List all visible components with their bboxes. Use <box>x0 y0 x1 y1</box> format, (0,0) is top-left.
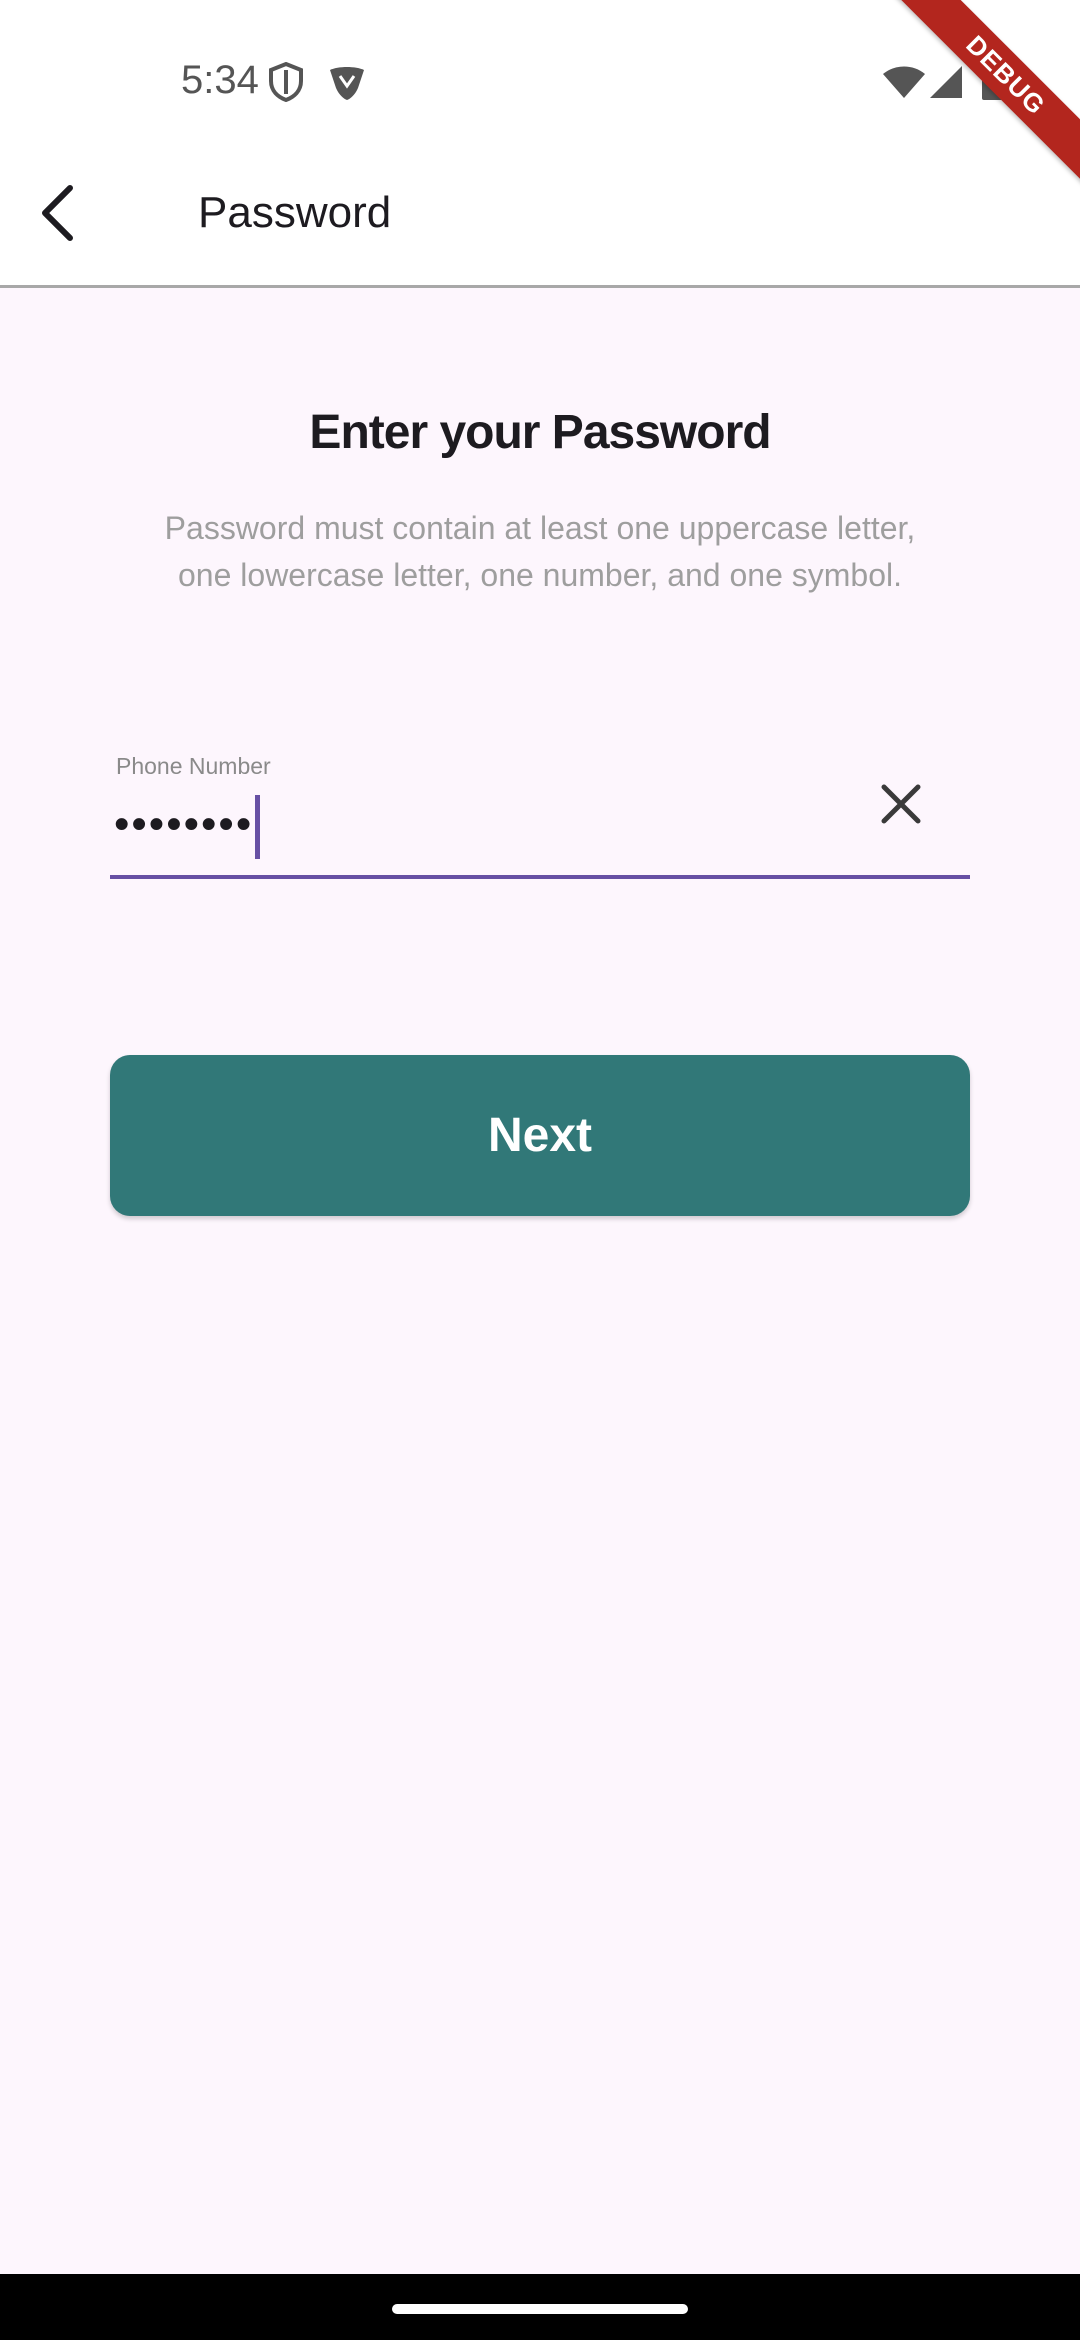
password-field-label: Phone Number <box>116 753 271 779</box>
wifi-icon <box>883 66 925 98</box>
status-bar: 5:34 <box>0 0 1080 150</box>
close-icon <box>881 784 921 824</box>
form-heading: Enter your Password <box>309 406 771 459</box>
password-field[interactable]: Phone Number •••••••• <box>110 745 970 879</box>
status-time: 5:34 <box>181 58 259 102</box>
back-button[interactable] <box>30 178 90 248</box>
next-button[interactable]: Next <box>110 1055 970 1216</box>
screen: 5:34 Password DEBUG Enter your Password … <box>0 0 1080 2340</box>
chevron-left-icon <box>42 185 73 241</box>
password-input[interactable]: •••••••• <box>114 795 261 859</box>
system-nav-bar <box>0 2274 1080 2340</box>
vpn-icon <box>330 67 364 100</box>
page-title: Password <box>198 188 392 237</box>
app-bar: Password <box>0 150 1080 288</box>
clear-button[interactable] <box>874 777 928 831</box>
shield-icon <box>269 62 303 102</box>
signal-icon <box>930 66 962 98</box>
password-requirements-text: Password must contain at least one upper… <box>164 510 916 593</box>
home-indicator[interactable] <box>392 2304 688 2314</box>
text-caret <box>255 795 261 859</box>
password-masked-value: •••••••• <box>114 799 254 849</box>
